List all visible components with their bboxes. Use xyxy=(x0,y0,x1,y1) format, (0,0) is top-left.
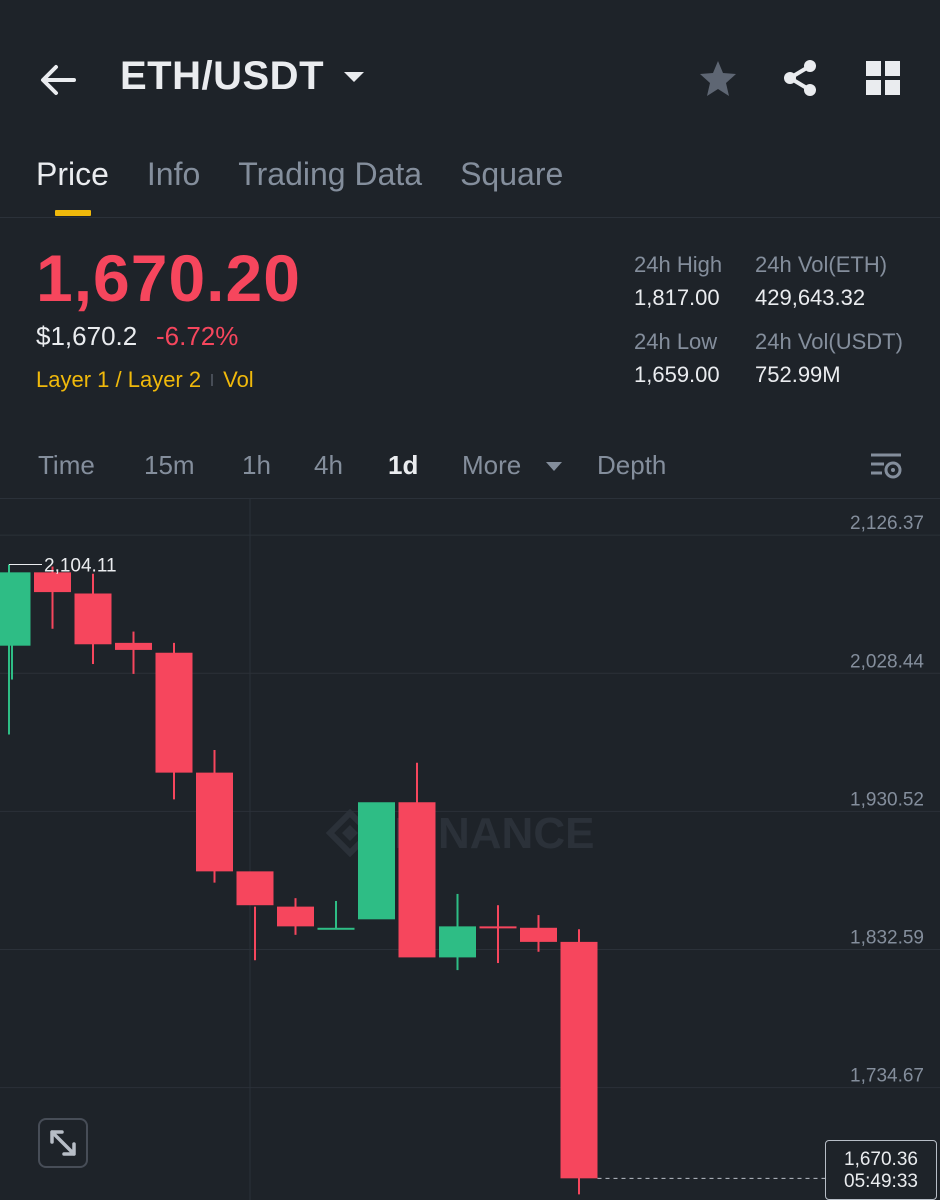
y-tick-label: 2,126.37 xyxy=(850,513,924,534)
star-icon[interactable] xyxy=(698,58,738,98)
vol-usdt-value: 752.99M xyxy=(755,362,841,387)
tabs-divider xyxy=(0,217,940,218)
low-value: 1,659.00 xyxy=(634,362,720,387)
candle-body xyxy=(317,927,355,930)
tab-trading-data[interactable]: Trading Data xyxy=(238,156,422,193)
candle-body xyxy=(439,926,476,958)
caret-down-icon xyxy=(546,462,562,471)
candle xyxy=(115,631,152,674)
tf-time[interactable]: Time xyxy=(38,450,95,481)
candle-body xyxy=(0,572,31,646)
pair-selector[interactable]: ETH/USDT xyxy=(120,54,364,99)
pair-title: ETH/USDT xyxy=(120,54,324,98)
category-tags: Layer 1 / Layer 2 Vol xyxy=(36,367,254,393)
y-tick-label: 1,832.59 xyxy=(850,928,924,949)
candle-body xyxy=(196,772,233,872)
candle-body xyxy=(236,871,274,906)
tab-info[interactable]: Info xyxy=(147,156,200,193)
candle xyxy=(277,898,314,935)
tab-price[interactable]: Price xyxy=(36,156,109,216)
y-tick-label: 2,028.44 xyxy=(850,651,924,672)
usd-price: $1,670.2 xyxy=(36,321,138,351)
candle-body xyxy=(115,642,152,650)
vol-eth-value: 429,643.32 xyxy=(755,285,866,310)
app-header: ETH/USDT xyxy=(0,0,940,160)
candle xyxy=(358,802,395,920)
candle xyxy=(155,642,193,800)
candle-body xyxy=(358,802,395,920)
candle xyxy=(74,573,112,665)
tf-depth[interactable]: Depth xyxy=(597,450,666,481)
tf-15m[interactable]: 15m xyxy=(144,450,195,481)
candle xyxy=(0,572,31,680)
candle-body xyxy=(479,926,517,929)
last-price-value: 1,670.36 xyxy=(844,1149,918,1170)
high-value: 1,817.00 xyxy=(634,285,720,310)
tf-more[interactable]: More xyxy=(462,450,521,481)
candle-body xyxy=(560,941,598,1179)
y-tick-label: 1,930.52 xyxy=(850,789,924,810)
last-price-marker: 1,670.36 05:49:33 xyxy=(825,1140,937,1200)
expand-icon xyxy=(50,1130,76,1156)
low-label: 24h Low xyxy=(634,329,718,354)
share-icon[interactable] xyxy=(780,58,820,98)
caret-down-icon xyxy=(344,71,364,82)
candlestick-chart[interactable]: BINANCE 2,104.111,659.00 2,126.372,028.4… xyxy=(0,499,940,1200)
candle-body xyxy=(74,593,112,645)
tf-1d[interactable]: 1d xyxy=(388,450,418,481)
candle-countdown: 05:49:33 xyxy=(844,1171,918,1192)
candle xyxy=(196,750,233,883)
chart-settings-icon[interactable] xyxy=(868,450,904,482)
timeframe-bar: Time 15m 1h 4h 1d More Depth xyxy=(0,440,940,496)
candle xyxy=(439,893,476,971)
tab-square[interactable]: Square xyxy=(460,156,563,193)
candle xyxy=(317,900,355,930)
candle xyxy=(479,905,517,964)
vol-usdt-label: 24h Vol(USDT) xyxy=(755,329,903,354)
high-label: 24h High xyxy=(634,252,723,277)
grid-menu-icon[interactable] xyxy=(863,58,903,98)
candle-body xyxy=(398,802,436,958)
candle xyxy=(520,915,557,952)
vol-eth-label: 24h Vol(ETH) xyxy=(755,252,888,277)
main-tabs: Price Info Trading Data Square xyxy=(36,156,601,216)
tag-layer[interactable]: Layer 1 / Layer 2 xyxy=(36,367,201,393)
max-price-label: 2,104.11 xyxy=(44,556,117,577)
candle xyxy=(236,871,274,961)
tf-1h[interactable]: 1h xyxy=(242,450,271,481)
candle-body xyxy=(277,906,314,927)
back-arrow-icon[interactable] xyxy=(36,58,80,102)
tf-4h[interactable]: 4h xyxy=(314,450,343,481)
candle xyxy=(398,762,436,958)
tag-vol[interactable]: Vol xyxy=(223,367,254,393)
last-price: 1,670.20 xyxy=(36,241,301,315)
tag-separator xyxy=(211,374,214,386)
candle-body xyxy=(155,652,193,773)
candle xyxy=(560,929,598,1195)
candle-body xyxy=(520,927,557,942)
fullscreen-button[interactable] xyxy=(38,1118,88,1168)
y-tick-label: 1,734.67 xyxy=(850,1066,924,1087)
price-change-percent: -6.72% xyxy=(156,321,239,351)
